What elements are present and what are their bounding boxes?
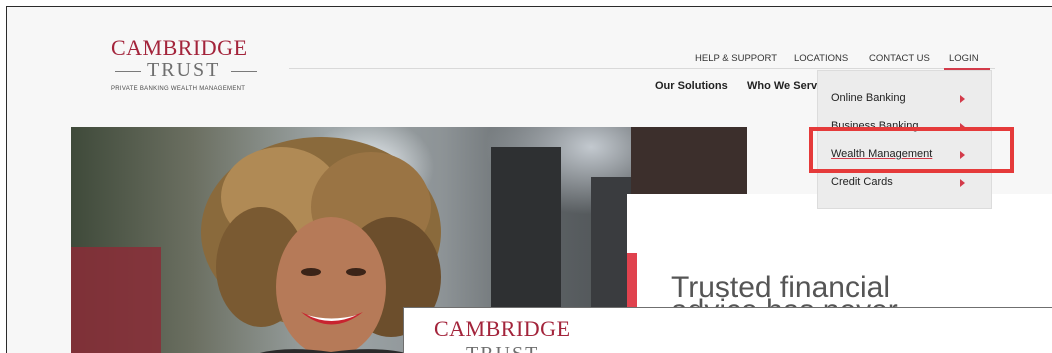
- chevron-right-icon: [960, 179, 965, 187]
- dropdown-item-online-banking[interactable]: Online Banking: [831, 92, 906, 104]
- logo-rule-right: [231, 71, 257, 72]
- logo-rule-left: [115, 71, 141, 72]
- hero-red-sign: [71, 247, 161, 353]
- header-divider: [289, 68, 995, 69]
- brand-logo[interactable]: CAMBRIDGE TRUST PRIVATE BANKING WEALTH M…: [111, 37, 261, 92]
- logo-wordmark-top: CAMBRIDGE: [111, 35, 248, 60]
- nav-locations[interactable]: LOCATIONS: [794, 53, 848, 64]
- nav-login[interactable]: LOGIN: [949, 53, 979, 64]
- logo-tagline: PRIVATE BANKING WEALTH MANAGEMENT: [111, 86, 246, 92]
- nav-contact-us[interactable]: CONTACT US: [869, 53, 930, 64]
- nav-who-we-serve[interactable]: Who We Serve: [747, 80, 817, 92]
- chevron-right-icon: [960, 95, 965, 103]
- overlapping-window: CAMBRIDGE TRUST: [403, 307, 1052, 353]
- browser-viewport: CAMBRIDGE TRUST PRIVATE BANKING WEALTH M…: [6, 6, 1052, 353]
- logo-wordmark-bottom: TRUST: [147, 59, 221, 81]
- hero-rooftop: [631, 127, 747, 197]
- nav-our-solutions[interactable]: Our Solutions: [655, 80, 728, 92]
- nav-help-support[interactable]: HELP & SUPPORT: [695, 53, 777, 64]
- annotation-highlight-box: [809, 127, 1014, 173]
- logo-wordmark-bottom-row: TRUST: [111, 59, 261, 81]
- dropdown-item-credit-cards[interactable]: Credit Cards: [831, 176, 893, 188]
- overlay-logo-top: CAMBRIDGE: [434, 316, 571, 341]
